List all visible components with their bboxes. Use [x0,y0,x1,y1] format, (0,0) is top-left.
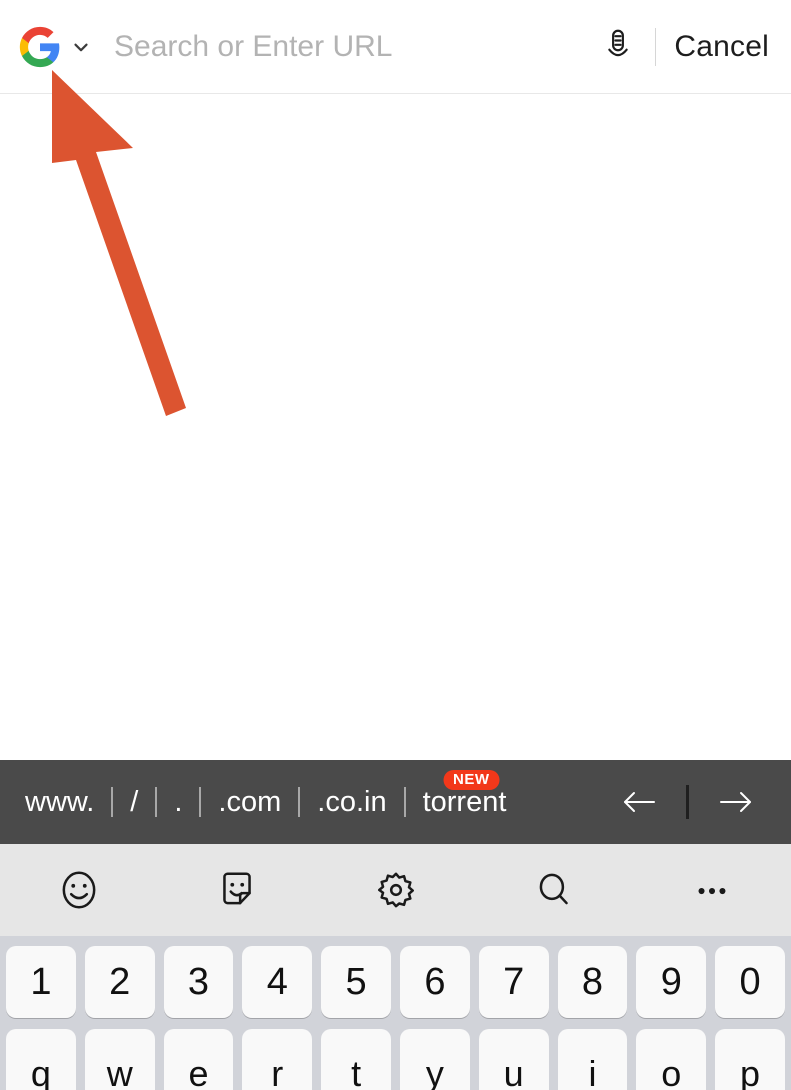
key-0[interactable]: 0 [715,946,785,1018]
suggestion-forward-button[interactable] [705,760,767,844]
key-e[interactable]: e [163,1029,234,1090]
keyboard-number-row: 1 2 3 4 5 6 7 8 9 0 [0,936,791,1018]
url-bar: Cancel [0,0,791,94]
key-5[interactable]: 5 [321,946,391,1018]
key-y[interactable]: y [399,1029,470,1090]
urlbar-divider [655,27,657,66]
url-suggestion-bar: www. / . .com .co.in NEW torrent [0,760,791,844]
key-8[interactable]: 8 [557,946,628,1018]
key-q[interactable]: q [6,1029,76,1090]
suggestion-label: / [130,785,139,818]
keyboard-search-button[interactable] [475,844,633,936]
emoji-button[interactable] [0,844,158,936]
suggestion-label: .com [218,785,282,818]
suggestion-item-com[interactable]: .com [201,760,298,844]
key-1[interactable]: 1 [6,946,76,1018]
page-content-area [0,95,791,760]
key-t[interactable]: t [321,1029,391,1090]
suggestion-item-torrent[interactable]: NEW torrent [406,760,524,844]
suggestion-label: torrent [422,785,507,818]
suggestion-nav-divider [686,785,689,819]
key-u[interactable]: u [478,1029,549,1090]
key-r[interactable]: r [242,1029,313,1090]
key-2[interactable]: 2 [84,946,155,1018]
browser-search-screen: Cancel www. / . .com [0,0,791,1090]
keyboard-toolbar [0,844,791,936]
key-i[interactable]: i [557,1029,628,1090]
keyboard: 1 2 3 4 5 6 7 8 9 0 q w e r t y u i o p [0,936,791,1090]
voice-search-button[interactable] [595,22,641,72]
sticker-icon [223,872,252,905]
key-9[interactable]: 9 [636,946,707,1018]
keyboard-letter-row: q w e r t y u i o p [0,1018,791,1090]
arrow-left-icon [624,792,655,812]
suggestion-nav [608,760,791,844]
cancel-button[interactable]: Cancel [674,30,773,64]
suggestion-label: . [174,785,183,818]
keyboard-more-button[interactable] [633,844,791,936]
suggestion-item-dot[interactable]: . [157,760,199,844]
chevron-down-icon[interactable] [70,36,92,58]
keyboard-settings-button[interactable] [316,844,474,936]
search-icon [539,873,568,905]
suggestion-item-www[interactable]: www. [8,760,111,844]
key-p[interactable]: p [715,1029,785,1090]
suggestion-back-button[interactable] [608,760,670,844]
key-6[interactable]: 6 [399,946,470,1018]
sticker-button[interactable] [158,844,316,936]
search-input[interactable] [114,16,596,77]
emoji-smiley-icon [62,871,96,909]
gear-icon [377,872,414,908]
more-options-icon [698,888,726,895]
suggestion-item-coin[interactable]: .co.in [300,760,403,844]
google-g-logo[interactable] [18,25,62,69]
suggestion-label: .co.in [317,785,387,818]
microphone-icon [608,29,629,56]
new-badge: NEW [443,770,500,790]
key-7[interactable]: 7 [478,946,549,1018]
suggestion-label: www. [25,785,95,818]
key-4[interactable]: 4 [242,946,313,1018]
key-o[interactable]: o [636,1029,707,1090]
suggestion-item-slash[interactable]: / [113,760,155,844]
arrow-right-icon [720,792,751,812]
suggestion-items: www. / . .com .co.in NEW torrent [0,760,523,844]
key-3[interactable]: 3 [163,946,234,1018]
key-w[interactable]: w [84,1029,155,1090]
